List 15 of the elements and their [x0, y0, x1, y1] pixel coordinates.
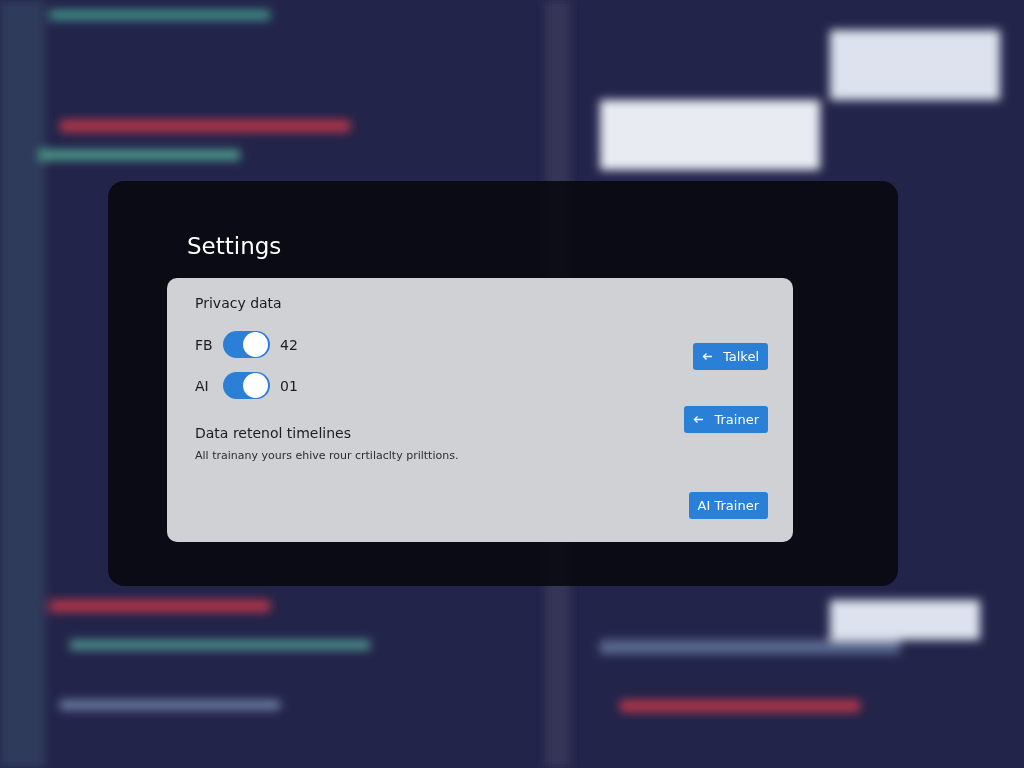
arrow-left-icon	[701, 352, 713, 361]
action-button[interactable]: Talkel	[692, 343, 768, 370]
action-button[interactable]: AI Trainer	[688, 492, 768, 519]
section-heading: Privacy data	[195, 295, 282, 311]
arrow-left-icon	[693, 415, 705, 424]
toggle-label: FB	[195, 336, 213, 353]
toggle-label: AI	[195, 377, 210, 394]
section-description: All trainany yours ehive rour crtilaclty prilttions.	[195, 449, 459, 462]
section-heading: Data retenol timelines	[195, 425, 351, 441]
toggle-switch[interactable]	[223, 372, 270, 399]
toggle-switch[interactable]	[223, 331, 270, 358]
action-button[interactable]: Trainer	[684, 406, 768, 433]
count-value: 42	[280, 336, 298, 353]
count-value: 01	[280, 377, 298, 394]
dialog-title: Settings	[187, 233, 282, 259]
